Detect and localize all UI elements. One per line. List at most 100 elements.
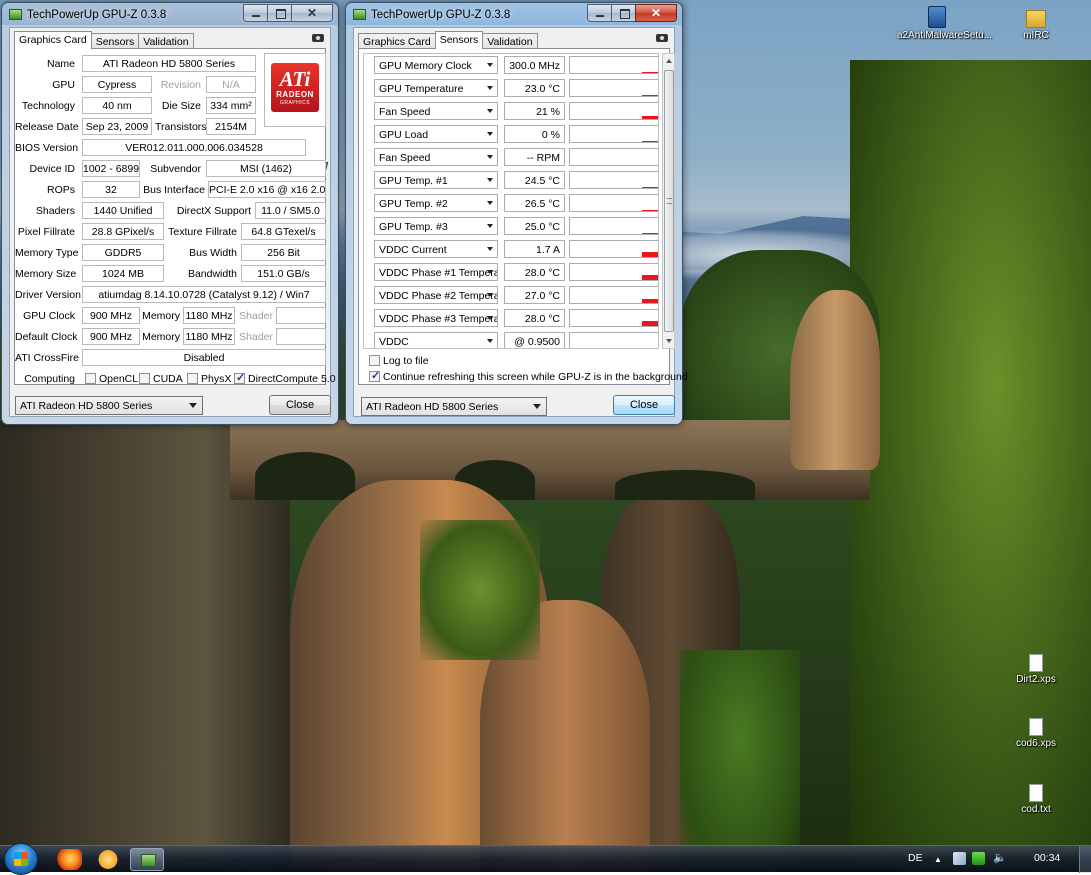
sensor-name-dropdown[interactable]: GPU Load (374, 125, 498, 143)
cuda-checkbox[interactable]: CUDA (139, 373, 183, 385)
log-to-file-label: Log to file (383, 355, 429, 367)
tab-graphics-card[interactable]: Graphics Card (14, 31, 92, 49)
sensor-name-dropdown[interactable]: GPU Temp. #1 (374, 171, 498, 189)
start-button[interactable] (4, 843, 38, 875)
tab-validation[interactable]: Validation (482, 33, 538, 49)
installer-icon (928, 6, 946, 28)
computing-label: Computing (24, 373, 75, 385)
desktop-icon-dirt2[interactable]: Dirt2.xps (996, 654, 1076, 685)
desktop-icon-label: a2AntiMalwareSetu... (897, 30, 993, 41)
title-bar[interactable]: TechPowerUp GPU-Z 0.3.8 ✕ (2, 3, 338, 27)
firefox-icon[interactable] (56, 849, 82, 870)
network-icon[interactable] (953, 852, 966, 865)
sensor-name-dropdown[interactable]: GPU Temperature (374, 79, 498, 97)
sensor-name-dropdown[interactable]: Fan Speed (374, 148, 498, 166)
technology-label: Technology (21, 100, 75, 112)
sensor-name-dropdown[interactable]: VDDC Phase #3 Temperat... (374, 309, 498, 327)
gpu-monitor-tray-icon[interactable] (972, 852, 985, 865)
name-label: Name (46, 58, 75, 70)
directcompute-checkbox[interactable]: DirectCompute 5.0 (234, 371, 336, 385)
sensor-row: VDDC Phase #1 Temperat... 28.0 °C (364, 261, 658, 284)
maximize-button[interactable] (267, 4, 292, 22)
sensor-graph-svg (642, 299, 658, 303)
texture-fillrate-label: Texture Fillrate (168, 226, 237, 238)
title-bar[interactable]: TechPowerUp GPU-Z 0.3.8 ✕ (346, 3, 682, 27)
sensor-value: -- RPM (504, 148, 565, 166)
tab-strip: Graphics Card Sensors Validation (14, 31, 194, 49)
memory-size-value: 1024 MB (82, 265, 164, 282)
default-shader-label: Shader (239, 331, 273, 343)
sensor-name-dropdown[interactable]: VDDC Current (374, 240, 498, 258)
logo-line: RADEON (276, 90, 314, 99)
sensor-value: 25.0 °C (504, 217, 565, 235)
close-window-button[interactable]: ✕ (291, 4, 333, 22)
show-desktop-button[interactable] (1079, 846, 1091, 873)
sensor-graph (569, 332, 658, 348)
sensor-graph-svg (642, 252, 658, 257)
die-size-value: 334 mm² (206, 97, 256, 114)
sensor-graph-bar (658, 233, 659, 234)
sensor-name-dropdown[interactable]: GPU Temp. #3 (374, 217, 498, 235)
sensor-name-dropdown[interactable]: VDDC Phase #1 Temperat... (374, 263, 498, 281)
clock[interactable]: 00:34 (1034, 852, 1060, 864)
continue-refresh-checkbox[interactable]: Continue refreshing this screen while GP… (369, 369, 688, 383)
opencl-checkbox[interactable]: OpenCL (85, 373, 138, 385)
sensor-name: GPU Memory Clock (379, 60, 472, 72)
maximize-button[interactable] (611, 4, 636, 22)
driver-version-value: atiumdag 8.14.10.0728 (Catalyst 9.12) / … (82, 286, 326, 303)
volume-icon[interactable]: 🔈 (993, 851, 1007, 864)
desktop-icon-cod-txt[interactable]: cod.txt (996, 784, 1076, 815)
rops-label: ROPs (46, 184, 75, 196)
sensor-graph (569, 171, 658, 189)
camera-icon[interactable] (312, 34, 324, 42)
desktop-icon-label: Dirt2.xps (1016, 674, 1056, 685)
sensor-graph-baseline (642, 141, 658, 142)
tab-graphics-card[interactable]: Graphics Card (358, 33, 436, 49)
sensor-scrollbar[interactable] (662, 53, 675, 349)
scroll-up-icon[interactable] (666, 59, 672, 63)
tree (680, 650, 800, 872)
gpuz-taskbar-button[interactable] (130, 848, 164, 871)
directx-label: DirectX Support (176, 205, 251, 217)
close-button[interactable]: Close (269, 395, 331, 415)
desktop-icon-cod6[interactable]: cod6.xps (996, 718, 1076, 749)
chevron-down-icon (487, 86, 493, 90)
chevron-down-icon (487, 201, 493, 205)
desktop-icon-antimalware[interactable]: a2AntiMalwareSetu... (897, 6, 992, 41)
log-to-file-checkbox[interactable]: Log to file (369, 355, 429, 367)
sensor-name: GPU Temp. #1 (379, 175, 448, 187)
device-select[interactable]: ATI Radeon HD 5800 Series (15, 396, 203, 415)
sensor-name-dropdown[interactable]: VDDC Phase #2 Temperat... (374, 286, 498, 304)
physx-checkbox[interactable]: PhysX (187, 373, 231, 385)
sensor-row: GPU Memory Clock 300.0 MHz (364, 54, 658, 77)
sensor-name-dropdown[interactable]: Fan Speed (374, 102, 498, 120)
minimize-button[interactable] (587, 4, 612, 22)
scroll-down-icon[interactable] (666, 339, 672, 343)
minimize-button[interactable] (243, 4, 268, 22)
shaders-value: 1440 Unified (82, 202, 164, 219)
tab-validation[interactable]: Validation (138, 33, 194, 49)
sensor-name-dropdown[interactable]: VDDC (374, 332, 498, 348)
close-window-button[interactable]: ✕ (635, 4, 677, 22)
sensor-row: Fan Speed 21 % (364, 100, 658, 123)
tray-expand-icon[interactable]: ▲ (934, 855, 942, 864)
chevron-down-icon (487, 109, 493, 113)
checkbox-box (85, 373, 96, 384)
tab-sensors[interactable]: Sensors (90, 33, 140, 49)
tab-sensors[interactable]: Sensors (434, 31, 484, 49)
scroll-thumb[interactable] (664, 70, 674, 332)
sensor-graph-bar (658, 209, 659, 211)
device-select[interactable]: ATI Radeon HD 5800 Series (361, 397, 547, 416)
sensor-name-dropdown[interactable]: GPU Temp. #2 (374, 194, 498, 212)
sensor-row: GPU Temp. #3 25.0 °C (364, 215, 659, 238)
desktop-icon-mirc[interactable]: mIRC (996, 6, 1076, 41)
chevron-down-icon (487, 63, 493, 67)
messenger-icon[interactable] (95, 849, 121, 870)
language-indicator[interactable]: DE (908, 852, 923, 864)
directx-value: 11.0 / SM5.0 (255, 202, 326, 219)
camera-icon[interactable] (656, 34, 668, 42)
sensor-name-dropdown[interactable]: GPU Memory Clock (374, 56, 498, 74)
sensor-graph-svg (642, 72, 658, 73)
shaders-label: Shaders (35, 205, 75, 217)
close-button[interactable]: Close (613, 395, 675, 415)
